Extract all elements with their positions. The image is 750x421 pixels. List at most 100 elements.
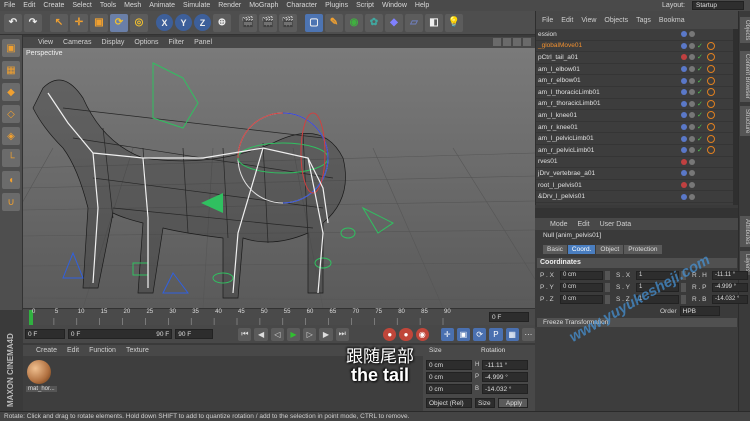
render-dot-icon[interactable]	[689, 89, 695, 96]
points-mode-icon[interactable]: ◆	[2, 83, 20, 101]
object-row[interactable]: am_l_knee01 ✓	[536, 110, 738, 122]
move-icon[interactable]: ✛	[70, 13, 88, 32]
visibility-dot-icon[interactable]	[681, 147, 687, 154]
coordinate-system-icon[interactable]: ⊕	[213, 13, 231, 32]
recent-tool-icon[interactable]: ◎	[130, 13, 148, 32]
perspective-viewport[interactable]	[23, 48, 535, 308]
enable-check-icon[interactable]: ✓	[697, 53, 703, 61]
object-row[interactable]: am_r_thoracicLimb01 ✓	[536, 99, 738, 111]
render-settings-icon[interactable]: 🎬	[279, 13, 297, 32]
coord-mode-select[interactable]: Object (Rel)	[426, 398, 472, 408]
obj-menu-view[interactable]: View	[577, 17, 600, 24]
render-dot-icon[interactable]	[689, 100, 695, 107]
enable-check-icon[interactable]: ✓	[697, 77, 703, 85]
record-icon[interactable]: ●	[383, 327, 397, 341]
obj-menu-tags[interactable]: Tags	[632, 17, 655, 24]
snap-icon[interactable]: ◖	[2, 171, 20, 189]
start-frame-field[interactable]: 0 F	[25, 329, 65, 339]
scale-spinner[interactable]	[681, 294, 686, 304]
enable-check-icon[interactable]: ✓	[697, 65, 703, 73]
enable-check-icon[interactable]: ✓	[697, 42, 703, 50]
tag-icon[interactable]	[707, 99, 715, 108]
mat-menu-create[interactable]: Create	[31, 347, 62, 354]
vp-menu-display[interactable]: Display	[96, 39, 129, 46]
keyframe-selection-icon[interactable]: ◉	[415, 327, 429, 341]
render-dot-icon[interactable]	[689, 42, 695, 49]
visibility-dot-icon[interactable]	[681, 158, 687, 165]
spline-pen-icon[interactable]: ✎	[325, 13, 343, 32]
tag-icon[interactable]	[707, 123, 715, 132]
enable-check-icon[interactable]: ✓	[697, 123, 703, 131]
menu-render[interactable]: Render	[214, 2, 245, 9]
tab-coord[interactable]: Coord.	[567, 245, 596, 254]
menu-mograph[interactable]: MoGraph	[245, 2, 282, 9]
edges-mode-icon[interactable]: ◇	[2, 105, 20, 123]
vp-layout-icon[interactable]	[523, 38, 531, 46]
render-dot-icon[interactable]	[689, 170, 695, 177]
tag-icon[interactable]	[707, 146, 715, 155]
scale-icon[interactable]: ▣	[90, 13, 108, 32]
live-selection-icon[interactable]: ↖	[50, 13, 68, 32]
visibility-dot-icon[interactable]	[681, 112, 687, 119]
enable-check-icon[interactable]: ✓	[697, 88, 703, 96]
object-row[interactable]: ession	[536, 29, 738, 41]
render-dot-icon[interactable]	[689, 112, 695, 119]
light-icon[interactable]: 💡	[445, 13, 463, 32]
mat-menu-function[interactable]: Function	[84, 347, 121, 354]
axis-z-button[interactable]: Z	[194, 14, 211, 31]
key-position-icon[interactable]: ✛	[440, 327, 454, 341]
object-row[interactable]: rves01	[536, 157, 738, 169]
enable-check-icon[interactable]: ✓	[697, 111, 703, 119]
menu-create[interactable]: Create	[39, 2, 68, 9]
render-dot-icon[interactable]	[689, 124, 695, 131]
tweak-icon[interactable]: ∪	[2, 193, 20, 211]
side-tab-objects[interactable]: Objects	[740, 17, 750, 44]
tab-basic[interactable]: Basic	[543, 245, 567, 254]
texture-mode-icon[interactable]: ▦	[2, 61, 20, 79]
menu-script[interactable]: Script	[352, 2, 378, 9]
render-view-icon[interactable]: 🎬	[239, 13, 257, 32]
tag-icon[interactable]	[707, 65, 715, 74]
enable-check-icon[interactable]: ✓	[697, 135, 703, 143]
render-dot-icon[interactable]	[689, 31, 695, 38]
frame-range-slider[interactable]: 0 F 90 F	[67, 329, 173, 339]
mat-menu-texture[interactable]: Texture	[121, 347, 154, 354]
tab-protection[interactable]: Protection	[624, 245, 662, 254]
coord-size-mode-select[interactable]: Size	[475, 398, 495, 408]
attr-menu-edit[interactable]: Edit	[573, 221, 595, 228]
tag-icon[interactable]	[707, 76, 715, 85]
current-frame-field[interactable]: 0 F	[489, 312, 529, 322]
visibility-dot-icon[interactable]	[681, 77, 687, 84]
vp-move-icon[interactable]	[493, 38, 501, 46]
vp-menu-view[interactable]: View	[33, 39, 58, 46]
mat-menu-edit[interactable]: Edit	[62, 347, 84, 354]
vp-menu-filter[interactable]: Filter	[164, 39, 190, 46]
menu-window[interactable]: Window	[378, 2, 411, 9]
render-dot-icon[interactable]	[689, 77, 695, 84]
axis-mode-icon[interactable]: └	[2, 149, 20, 167]
redo-icon[interactable]: ↷	[24, 13, 42, 32]
attr-menu-userdata[interactable]: User Data	[595, 221, 637, 228]
render-picture-viewer-icon[interactable]: 🎬	[259, 13, 277, 32]
tag-icon[interactable]	[707, 134, 715, 143]
render-dot-icon[interactable]	[689, 147, 695, 154]
rot-field[interactable]: -11.11 °	[712, 270, 748, 280]
visibility-dot-icon[interactable]	[681, 135, 687, 142]
visibility-dot-icon[interactable]	[681, 170, 687, 177]
autokey-icon[interactable]: ●	[399, 327, 413, 341]
side-tab-content-browser[interactable]: Content Browser	[740, 51, 750, 102]
visibility-dot-icon[interactable]	[681, 193, 687, 200]
rotate-icon[interactable]: ⟳	[110, 13, 128, 32]
obj-menu-objects[interactable]: Objects	[600, 17, 632, 24]
model-mode-icon[interactable]: ▣	[2, 39, 20, 57]
tab-object[interactable]: Object	[596, 245, 624, 254]
timeline[interactable]: 0 5 10 15 20 25 30 35 40 45 50 55 60 65 70 75 80 85 90 0 F	[23, 308, 535, 325]
render-dot-icon[interactable]	[689, 193, 695, 200]
object-row[interactable]: pCtrl_tail_a01 ✓	[536, 52, 738, 64]
object-row[interactable]: am_r_knee01 ✓	[536, 122, 738, 134]
visibility-dot-icon[interactable]	[681, 124, 687, 131]
obj-menu-edit[interactable]: Edit	[557, 17, 577, 24]
side-tab-attributes[interactable]: Attributes	[740, 216, 750, 248]
key-rotation-icon[interactable]: ⟳	[473, 327, 487, 341]
render-dot-icon[interactable]	[689, 54, 695, 61]
